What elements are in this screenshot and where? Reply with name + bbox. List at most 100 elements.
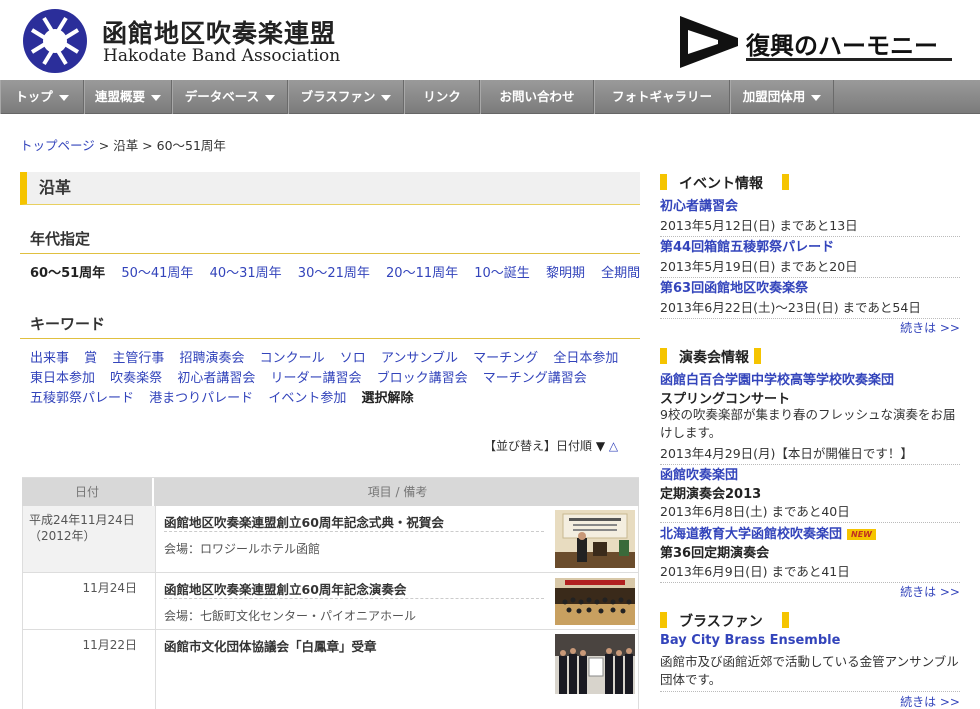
event-date: 2013年6月22日(土)〜23日(日) まであと54日	[660, 297, 960, 319]
keyword-row: 東日本参加 吹奏楽祭 初心者講習会 リーダー講習会 ブロック講習会 マーチング講…	[30, 367, 598, 386]
site-header: 函館地区吹奏楽連盟 Hakodate Band Association 復興のハ…	[0, 0, 980, 80]
clear-selection-button[interactable]: 選択解除	[361, 391, 413, 406]
site-title[interactable]: 函館地区吹奏楽連盟	[102, 14, 336, 50]
row-venue: 会場：ロワジールホテル函館	[164, 542, 321, 556]
keyword-link[interactable]: 港まつりパレード	[149, 391, 253, 406]
keyword-link[interactable]: ソロ	[340, 351, 366, 366]
keyword-link[interactable]: アンサンブル	[381, 351, 458, 366]
breadcrumb: トップページ > 沿革 > 60〜51周年	[20, 138, 226, 153]
ceremony-photo[interactable]	[555, 510, 635, 568]
association-logo-icon[interactable]	[22, 8, 88, 74]
harmony-banner[interactable]: 復興のハーモニー	[678, 12, 956, 72]
table-row: 11月24日 函館地区吹奏楽連盟創立60周年記念演奏会 会場：七飯町文化センター…	[22, 573, 639, 630]
keyword-link[interactable]: マーチング	[473, 351, 538, 366]
keyword-link[interactable]: コンクール	[260, 351, 325, 366]
keyword-link[interactable]: 初心者講習会	[177, 371, 255, 386]
era-item-20-11[interactable]: 20〜11周年	[386, 266, 458, 281]
concerts-more-link[interactable]: 続きは >>	[900, 583, 960, 600]
concert-photo[interactable]	[555, 578, 635, 625]
column-header-item: 項目 / 備考	[367, 485, 428, 499]
keyword-link[interactable]: 賞	[84, 351, 97, 366]
concert-subtitle: 定期演奏会2013	[660, 487, 762, 502]
banner-underline	[746, 58, 952, 61]
concert-title-link[interactable]: 北海道教育大学函館校吹奏楽団 NEW	[660, 523, 876, 542]
row-date: 11月24日	[23, 573, 156, 629]
keyword-row: 出来事 賞 主管行事 招聘演奏会 コンクール ソロ アンサンブル マーチング 全…	[30, 347, 629, 366]
keyword-link[interactable]: 全日本参加	[553, 351, 618, 366]
nav-item-brassfan[interactable]: ブラスファン	[288, 80, 404, 114]
nav-item-contact[interactable]: お問い合わせ	[480, 80, 594, 114]
chevron-down-icon	[381, 94, 392, 101]
event-title-link[interactable]: 第44回箱館五稜郭祭パレード	[660, 236, 834, 255]
era-item-50-41[interactable]: 50〜41周年	[121, 266, 193, 281]
site-subtitle[interactable]: Hakodate Band Association	[103, 46, 340, 66]
keyword-link[interactable]: 吹奏楽祭	[110, 371, 162, 386]
brassfan-more-link[interactable]: 続きは >>	[900, 693, 960, 709]
era-filter: 60〜51周年 50〜41周年 40〜31周年 30〜21周年 20〜11周年 …	[30, 262, 652, 281]
history-table: 日付 項目 / 備考 平成24年11月24日（2012年） 函館地区吹奏楽連盟創…	[22, 477, 639, 709]
concert-date: 2013年6月8日(土) まであと40日	[660, 501, 960, 523]
era-item-40-31[interactable]: 40〜31周年	[210, 266, 282, 281]
row-title: 函館市文化団体協議会「白鳳章」受章	[164, 639, 377, 654]
era-item-30-21[interactable]: 30〜21周年	[298, 266, 370, 281]
keyword-link[interactable]: 出来事	[30, 351, 69, 366]
event-title-link[interactable]: 初心者講習会	[660, 195, 738, 214]
sort-label: 【並び替え】日付順	[484, 439, 593, 453]
nav-item-database[interactable]: データベース	[172, 80, 288, 114]
main-nav: トップ 連盟概要 データベース ブラスファン リンク お問い合わせ フォトギャラ…	[0, 80, 980, 114]
nav-item-top[interactable]: トップ	[0, 80, 84, 114]
era-item-10-founding[interactable]: 10〜誕生	[474, 266, 530, 281]
keyword-link[interactable]: ブロック講習会	[377, 371, 468, 386]
table-header: 日付 項目 / 備考	[22, 478, 639, 506]
event-date: 2013年5月12日(日) まであと13日	[660, 215, 960, 237]
brassfan-title-link[interactable]: Bay City Brass Ensemble	[660, 633, 840, 648]
era-item-dawn[interactable]: 黎明期	[546, 266, 585, 281]
breadcrumb-top-link[interactable]: トップページ	[20, 138, 95, 153]
nav-item-links[interactable]: リンク	[404, 80, 480, 114]
keyword-link[interactable]: 東日本参加	[30, 371, 95, 386]
row-venue: 会場：七飯町文化センター・パイオニアホール	[164, 609, 417, 623]
keyword-link[interactable]: イベント参加	[268, 391, 346, 406]
nav-item-photo-gallery[interactable]: フォトギャラリー	[594, 80, 730, 114]
concert-title-link[interactable]: 函館白百合学園中学校高等学校吹奏楽団	[660, 369, 894, 388]
award-photo[interactable]	[555, 634, 635, 694]
page-title: 沿革	[20, 172, 640, 205]
sort-desc-icon[interactable]: ▼	[596, 439, 605, 453]
new-badge: NEW	[847, 529, 876, 540]
chevron-down-icon	[811, 94, 822, 101]
brassfan-heading: ブラスファン	[660, 610, 960, 630]
row-date: 平成24年11月24日（2012年）	[23, 506, 156, 572]
event-date: 2013年5月19日(日) まであと20日	[660, 256, 960, 278]
brassfan-description: 函館市及び函館近郊で活動している金管アンサンブル団体です。	[660, 653, 960, 692]
trumpet-bell-icon	[680, 16, 738, 68]
chevron-down-icon	[151, 94, 161, 101]
row-date: 11月22日	[23, 630, 156, 709]
keyword-link[interactable]: 主管行事	[112, 351, 164, 366]
era-heading: 年代指定	[20, 228, 640, 254]
table-row: 平成24年11月24日（2012年） 函館地区吹奏楽連盟創立60周年記念式典・祝…	[22, 506, 639, 573]
sort-asc-icon[interactable]: △	[609, 439, 618, 453]
concert-date: 2013年6月9日(日) まであと41日	[660, 561, 960, 583]
breadcrumb-history: 沿革	[113, 138, 139, 153]
row-title: 函館地区吹奏楽連盟創立60周年記念式典・祝賀会	[164, 515, 444, 530]
keyword-row: 五稜郭祭パレード 港まつりパレード イベント参加 選択解除	[30, 387, 424, 406]
keyword-link[interactable]: 五稜郭祭パレード	[30, 391, 134, 406]
event-title-link[interactable]: 第63回函館地区吹奏楽祭	[660, 277, 808, 296]
keyword-link[interactable]: マーチング講習会	[483, 371, 587, 386]
concert-date: 2013年4月29日(月)【本日が開催日です！】	[660, 443, 960, 465]
concert-info-heading: 演奏会情報	[660, 346, 960, 366]
keyword-link[interactable]: リーダー講習会	[270, 371, 361, 386]
breadcrumb-current: 60〜51周年	[156, 138, 226, 153]
era-item-current: 60〜51周年	[30, 266, 106, 281]
keyword-link[interactable]: 招聘演奏会	[179, 351, 244, 366]
banner-text: 復興のハーモニー	[746, 31, 938, 60]
keyword-heading: キーワード	[20, 313, 640, 339]
concert-title-link[interactable]: 函館吹奏楽団	[660, 464, 738, 483]
era-item-all[interactable]: 全期間	[601, 266, 640, 281]
nav-item-members[interactable]: 加盟団体用	[730, 80, 834, 114]
chevron-down-icon	[265, 94, 276, 101]
events-more-link[interactable]: 続きは >>	[900, 319, 960, 336]
event-info-heading: イベント情報	[660, 172, 960, 192]
nav-item-about[interactable]: 連盟概要	[84, 80, 172, 114]
chevron-down-icon	[58, 94, 69, 101]
